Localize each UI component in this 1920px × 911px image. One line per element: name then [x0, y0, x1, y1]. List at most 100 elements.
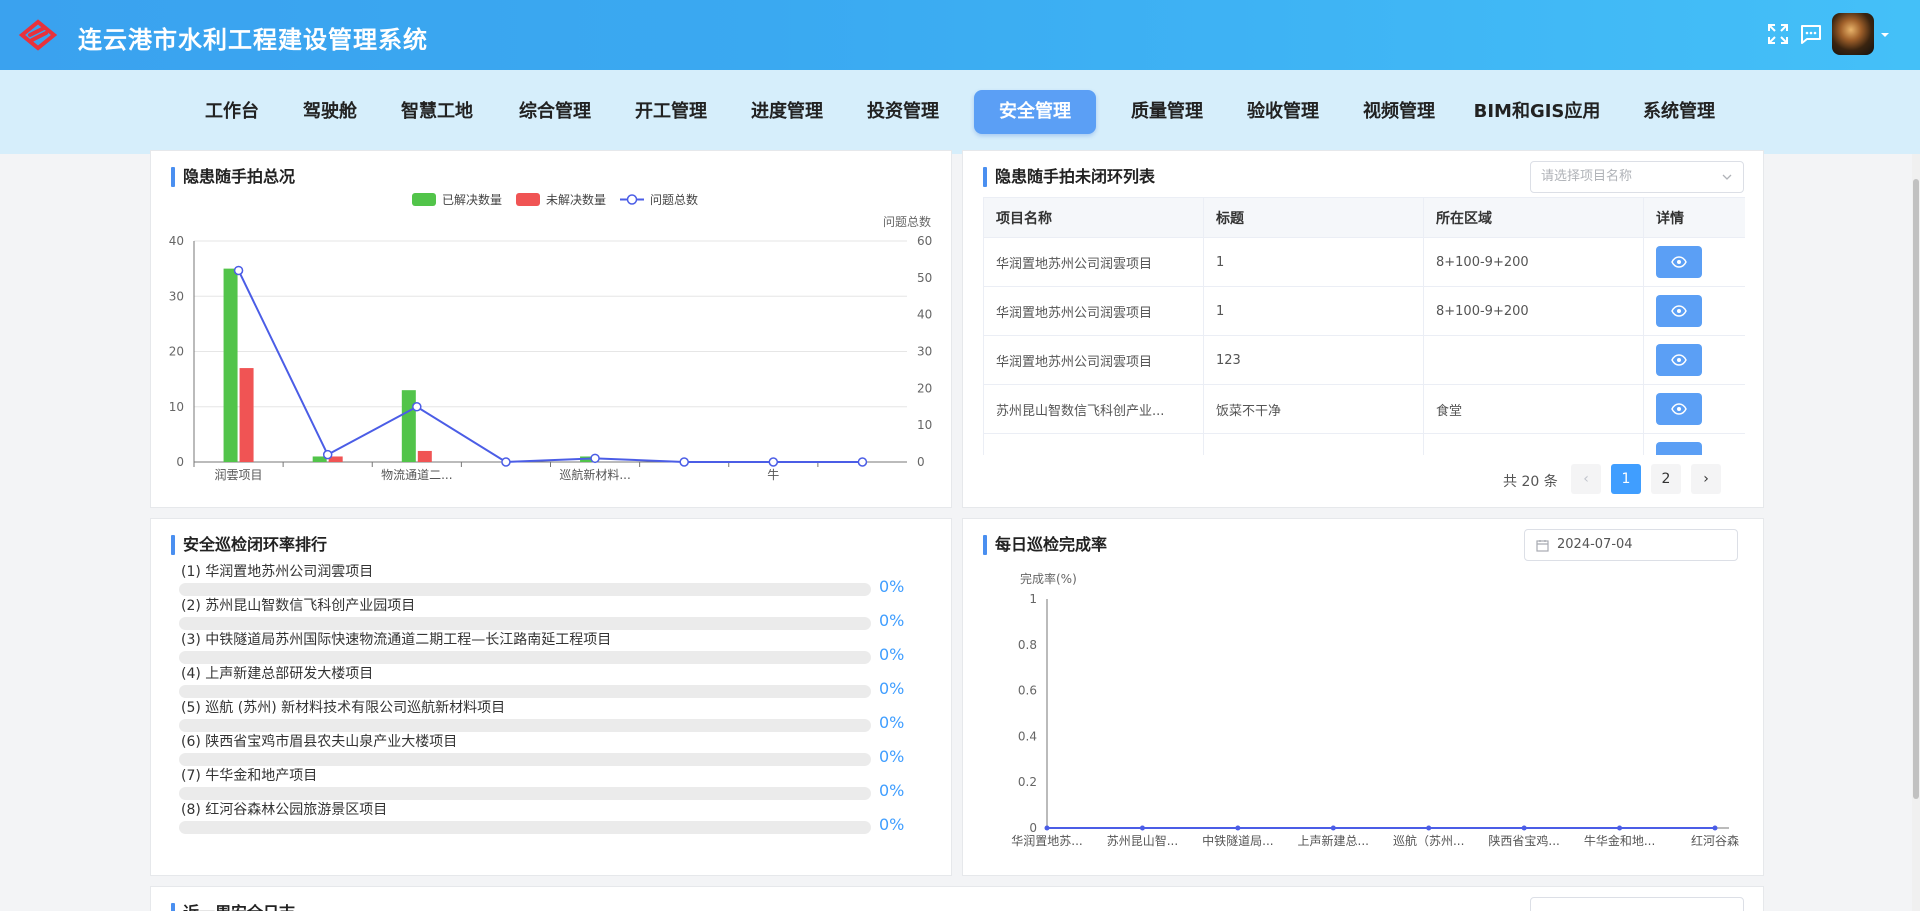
cell-title: 1 — [1203, 286, 1424, 336]
scrollbar-thumb[interactable] — [1913, 179, 1919, 799]
pager-prev-button[interactable]: ‹ — [1571, 464, 1601, 494]
pager-page-1[interactable]: 1 — [1611, 464, 1641, 494]
rank-item-label: (6) 陕西省宝鸡市眉县农夫山泉产业大楼项目 — [181, 734, 458, 750]
y-tick-label-right: 50 — [917, 271, 932, 285]
cell-title: 123 — [1203, 335, 1424, 385]
rank-progress-bar — [179, 821, 871, 834]
table-row — [983, 433, 1745, 455]
line-point — [590, 453, 600, 464]
cell-area: 食堂 — [1423, 384, 1644, 434]
view-detail-button[interactable] — [1656, 442, 1702, 455]
nav-item-start-work[interactable]: 开工管理 — [624, 90, 718, 134]
y-tick-label-left: 10 — [169, 400, 184, 414]
line-point — [1139, 825, 1145, 831]
nav-item-bim-gis[interactable]: BIM和GIS应用 — [1472, 90, 1602, 134]
table-row: 华润置地苏州公司润雲项目 123 — [983, 335, 1745, 385]
cell-project: 华润置地苏州公司润雲项目 — [983, 335, 1204, 385]
view-detail-button[interactable] — [1656, 344, 1702, 376]
project-select[interactable]: 请选择项目名称 — [1530, 161, 1744, 193]
y-tick-label-left: 0 — [176, 455, 184, 469]
panel-title: 近一周安全日志 — [171, 903, 295, 911]
y-tick-label: 0.6 — [1018, 684, 1037, 698]
bar-unresolved — [239, 368, 254, 462]
cell-project: 华润置地苏州公司润雲项目 — [983, 286, 1204, 336]
calendar-icon — [1536, 540, 1549, 552]
line-point — [1044, 825, 1050, 831]
line-point — [1521, 825, 1527, 831]
panel-title: 隐患随手拍总况 — [171, 167, 295, 187]
open-list-table: 项目名称 标题 所在区域 详情 华润置地苏州公司润雲项目 1 8+100-9+2… — [983, 197, 1745, 455]
table-row: 华润置地苏州公司润雲项目 1 8+100-9+200 — [983, 286, 1745, 336]
avatar[interactable] — [1832, 13, 1874, 55]
table-scroll[interactable]: 项目名称 标题 所在区域 详情 华润置地苏州公司润雲项目 1 8+100-9+2… — [983, 197, 1745, 455]
chevron-down-icon[interactable] — [1880, 30, 1890, 40]
nav-item-video[interactable]: 视频管理 — [1352, 90, 1446, 134]
nav-item-smart-site[interactable]: 智慧工地 — [392, 90, 482, 134]
rank-percent: 0% — [879, 645, 905, 664]
nav-item-acceptance[interactable]: 验收管理 — [1236, 90, 1330, 134]
y-tick-label-left: 30 — [169, 289, 184, 303]
nav-item-progress[interactable]: 进度管理 — [740, 90, 834, 134]
eye-icon — [1671, 256, 1687, 268]
y-tick-label: 1 — [1029, 592, 1037, 606]
y-tick-label-right: 20 — [917, 381, 932, 395]
line-point — [768, 457, 779, 467]
rank-item-label: (2) 苏州昆山智数信飞科创产业园项目 — [181, 598, 416, 614]
project-select[interactable] — [1530, 897, 1744, 911]
app-title: 连云港市水利工程建设管理系统 — [78, 26, 428, 54]
y-tick-label: 0.4 — [1018, 729, 1037, 743]
eye-icon — [1671, 305, 1687, 317]
rank-percent: 0% — [879, 713, 905, 732]
daily-rate-panel: 每日巡检完成率 2024-07-04 完成率(%) 0 0.2 0.4 0.6 0.8 1 华… — [962, 518, 1764, 876]
table-row: 苏州昆山智数信飞科创产业... 饭菜不干净 食堂 — [983, 384, 1745, 434]
x-tick-label: 上声新建总... — [1298, 833, 1369, 848]
eye-icon — [1671, 403, 1687, 415]
pager-next-button[interactable]: › — [1691, 464, 1721, 494]
line-point — [1617, 825, 1623, 831]
bar-unresolved — [417, 450, 432, 462]
x-tick-label: 红河谷森 — [1691, 833, 1739, 848]
nav-item-safety[interactable]: 安全管理 — [974, 90, 1096, 134]
rank-percent: 0% — [879, 747, 905, 766]
nav-item-cockpit[interactable]: 驾驶舱 — [294, 90, 366, 134]
date-picker[interactable]: 2024-07-04 — [1524, 529, 1738, 561]
nav-item-quality[interactable]: 质量管理 — [1120, 90, 1214, 134]
x-tick-label: 华润置地苏... — [1011, 834, 1082, 848]
x-tick-label: 物流通道二... — [381, 468, 452, 482]
y-tick-label-left: 40 — [169, 234, 184, 248]
page-scrollbar[interactable] — [1912, 154, 1920, 911]
rank-item-label: (4) 上声新建总部研发大楼项目 — [181, 666, 374, 682]
logo-icon — [18, 19, 58, 51]
nav-item-system[interactable]: 系统管理 — [1632, 90, 1726, 134]
view-detail-button[interactable] — [1656, 246, 1702, 278]
rank-percent: 0% — [879, 815, 905, 834]
message-icon[interactable] — [1799, 22, 1823, 46]
line-point — [679, 457, 689, 467]
pager-page-2[interactable]: 2 — [1651, 464, 1681, 494]
weekly-log-panel: 近一周安全日志 — [150, 886, 1764, 911]
nav-item-investment[interactable]: 投资管理 — [856, 90, 950, 134]
x-tick-label: 牛华金和地... — [1584, 833, 1655, 848]
nav-item-general[interactable]: 综合管理 — [508, 90, 602, 134]
panel-title: 每日巡检完成率 — [983, 535, 1107, 555]
y-tick-label: 0 — [1029, 821, 1037, 835]
rank-item-label: (5) 巡航 (苏州) 新材料技术有限公司巡航新材料项目 — [181, 700, 506, 716]
y-axis-label: 完成率(%) — [1020, 571, 1077, 586]
rank-item-label: (3) 中铁隧道局苏州国际快速物流通道二期工程—长江路南延工程项目 — [181, 632, 612, 648]
cell-project: 苏州昆山智数信飞科创产业... — [983, 384, 1204, 434]
cell-title: 1 — [1203, 237, 1424, 287]
rank-percent: 0% — [879, 577, 905, 596]
line-point — [1235, 825, 1241, 831]
x-tick-label: 苏州昆山智... — [1107, 833, 1178, 848]
rank-percent: 0% — [879, 611, 905, 630]
bar-resolved — [223, 268, 238, 462]
column-header: 详情 — [1643, 197, 1745, 238]
fullscreen-icon[interactable] — [1766, 22, 1790, 46]
view-detail-button[interactable] — [1656, 295, 1702, 327]
view-detail-button[interactable] — [1656, 393, 1702, 425]
rank-item-label: (1) 华润置地苏州公司润雲项目 — [181, 564, 374, 580]
y-tick-label-right: 40 — [917, 308, 932, 322]
line-point — [1712, 825, 1718, 831]
y-tick-label-right: 30 — [917, 345, 932, 359]
nav-item-workbench[interactable]: 工作台 — [196, 90, 268, 134]
